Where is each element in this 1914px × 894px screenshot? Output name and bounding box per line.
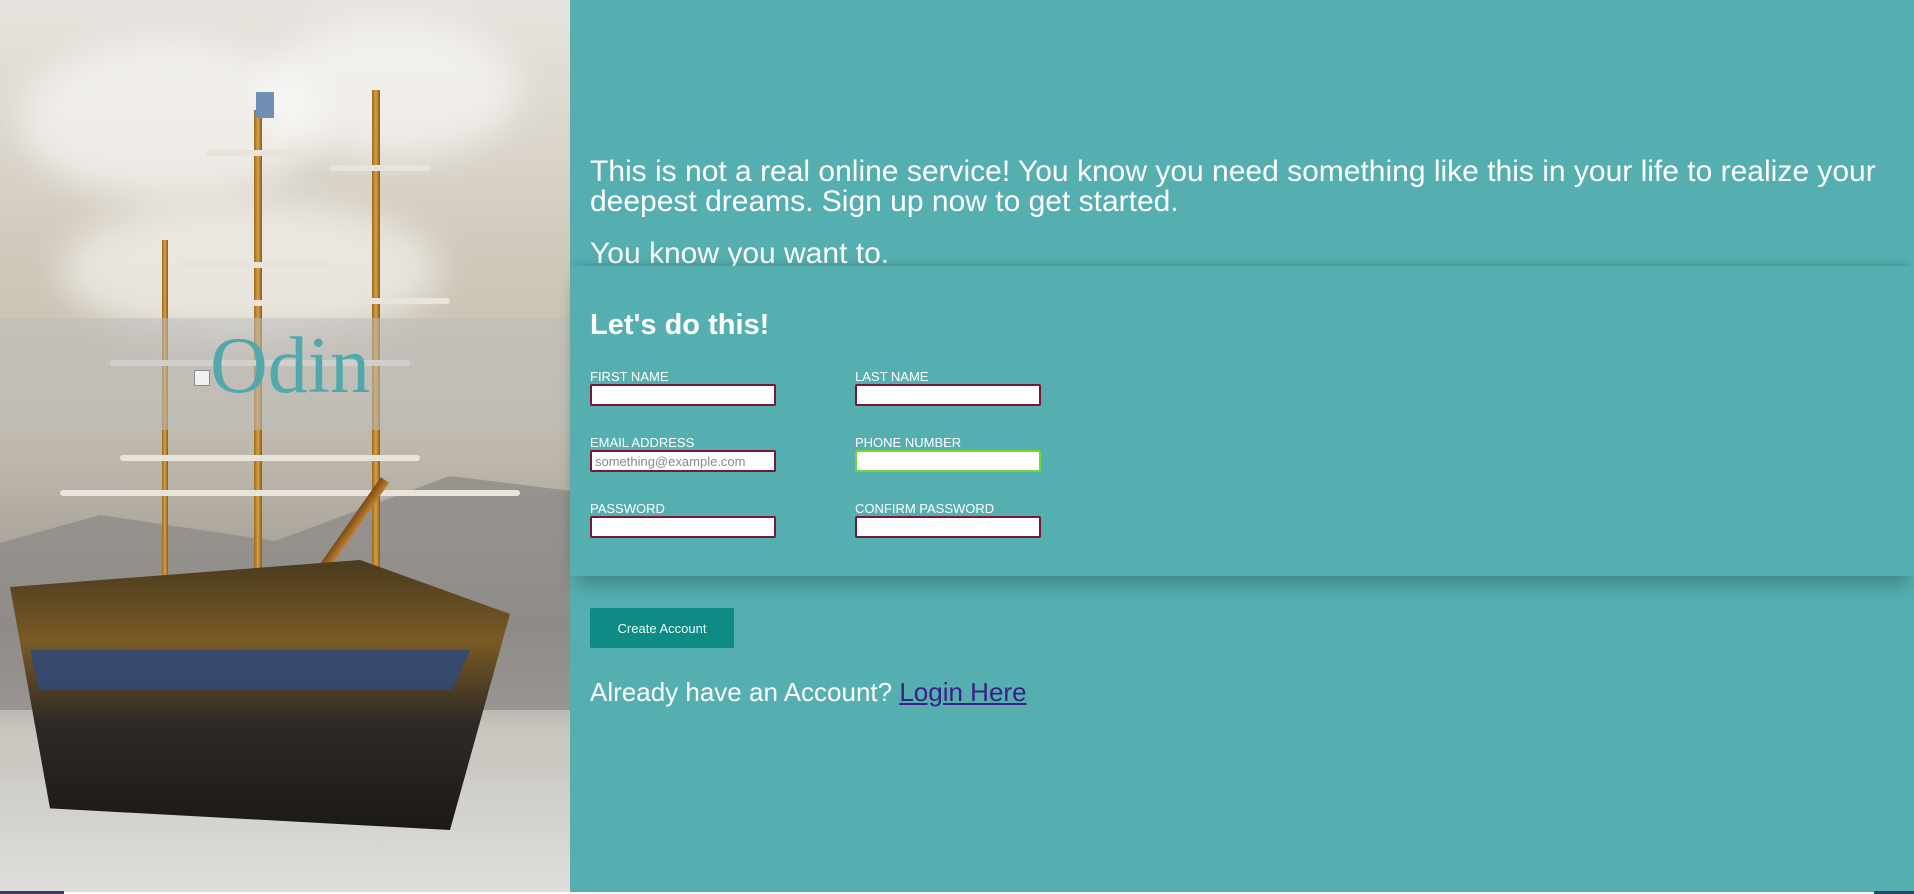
signup-page: Odin This is not a real online service! … (0, 0, 1914, 894)
first-name-input[interactable] (590, 384, 776, 406)
broken-image-icon (194, 370, 210, 386)
confirm-password-label: CONFIRM PASSWORD (855, 501, 995, 516)
signup-form: Let's do this! FIRST NAME LAST NAME EMAI… (570, 266, 1914, 576)
email-field-group: EMAIL ADDRESS (590, 436, 776, 472)
first-name-label: FIRST NAME (590, 369, 669, 384)
phone-field-group: PHONE NUMBER (855, 436, 1041, 472)
content-panel: This is not a real online service! You k… (570, 0, 1914, 892)
email-input[interactable] (590, 450, 776, 472)
intro-text: This is not a real online service! You k… (590, 155, 1876, 218)
login-prompt-text: Already have an Account? (590, 677, 893, 707)
first-name-field-group: FIRST NAME (590, 370, 776, 406)
hero-ship-image (0, 0, 570, 892)
last-name-label: LAST NAME (855, 369, 929, 384)
login-link[interactable]: Login Here (899, 677, 1026, 707)
email-label: EMAIL ADDRESS (590, 435, 695, 450)
login-prompt: Already have an Account? Login Here (590, 676, 1027, 708)
password-field-group: PASSWORD (590, 502, 776, 538)
phone-input[interactable] (855, 450, 1041, 472)
logo-text: Odin (210, 322, 370, 410)
confirm-password-input[interactable] (855, 516, 1041, 538)
last-name-input[interactable] (855, 384, 1041, 406)
password-label: PASSWORD (590, 501, 665, 516)
form-heading: Let's do this! (590, 309, 770, 341)
password-input[interactable] (590, 516, 776, 538)
confirm-password-field-group: CONFIRM PASSWORD (855, 502, 1041, 538)
phone-label: PHONE NUMBER (855, 435, 962, 450)
last-name-field-group: LAST NAME (855, 370, 1041, 406)
create-account-button[interactable]: Create Account (590, 608, 734, 648)
